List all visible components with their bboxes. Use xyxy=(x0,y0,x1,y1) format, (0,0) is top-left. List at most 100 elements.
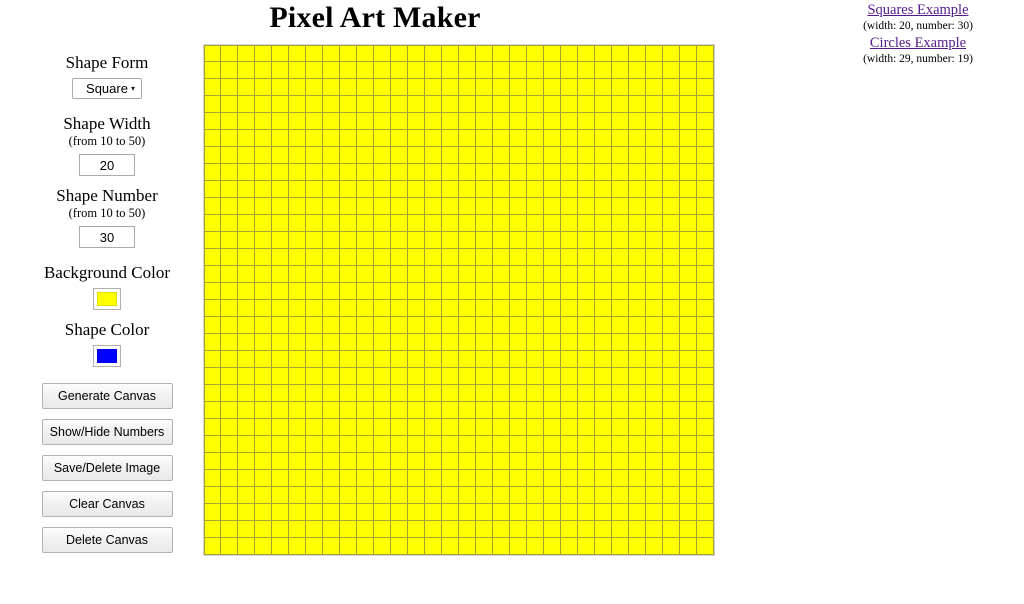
pixel-cell[interactable] xyxy=(255,215,272,232)
pixel-cell[interactable] xyxy=(238,436,255,453)
pixel-cell[interactable] xyxy=(323,283,340,300)
pixel-cell[interactable] xyxy=(697,368,714,385)
pixel-cell[interactable] xyxy=(238,45,255,62)
pixel-cell[interactable] xyxy=(510,130,527,147)
pixel-cell[interactable] xyxy=(289,521,306,538)
pixel-cell[interactable] xyxy=(612,283,629,300)
pixel-cell[interactable] xyxy=(680,45,697,62)
pixel-cell[interactable] xyxy=(442,300,459,317)
pixel-cell[interactable] xyxy=(527,232,544,249)
pixel-cell[interactable] xyxy=(204,266,221,283)
pixel-cell[interactable] xyxy=(578,249,595,266)
pixel-cell[interactable] xyxy=(204,147,221,164)
pixel-cell[interactable] xyxy=(221,96,238,113)
pixel-cell[interactable] xyxy=(527,402,544,419)
pixel-cell[interactable] xyxy=(612,96,629,113)
pixel-cell[interactable] xyxy=(255,300,272,317)
delete-canvas-button[interactable]: Delete Canvas xyxy=(41,527,173,553)
pixel-cell[interactable] xyxy=(578,147,595,164)
pixel-cell[interactable] xyxy=(340,453,357,470)
pixel-cell[interactable] xyxy=(238,164,255,181)
pixel-cell[interactable] xyxy=(697,521,714,538)
pixel-cell[interactable] xyxy=(697,334,714,351)
pixel-cell[interactable] xyxy=(595,96,612,113)
pixel-cell[interactable] xyxy=(663,300,680,317)
pixel-cell[interactable] xyxy=(340,368,357,385)
pixel-cell[interactable] xyxy=(680,113,697,130)
pixel-cell[interactable] xyxy=(595,147,612,164)
pixel-cell[interactable] xyxy=(459,351,476,368)
pixel-cell[interactable] xyxy=(578,436,595,453)
pixel-cell[interactable] xyxy=(476,385,493,402)
pixel-cell[interactable] xyxy=(391,130,408,147)
pixel-cell[interactable] xyxy=(578,317,595,334)
pixel-cell[interactable] xyxy=(544,266,561,283)
pixel-cell[interactable] xyxy=(306,538,323,555)
pixel-cell[interactable] xyxy=(629,164,646,181)
pixel-cell[interactable] xyxy=(459,164,476,181)
pixel-cell[interactable] xyxy=(544,317,561,334)
pixel-cell[interactable] xyxy=(459,385,476,402)
pixel-cell[interactable] xyxy=(357,300,374,317)
pixel-cell[interactable] xyxy=(697,249,714,266)
pixel-cell[interactable] xyxy=(544,232,561,249)
pixel-cell[interactable] xyxy=(459,487,476,504)
pixel-cell[interactable] xyxy=(544,283,561,300)
pixel-cell[interactable] xyxy=(561,487,578,504)
pixel-cell[interactable] xyxy=(629,62,646,79)
pixel-cell[interactable] xyxy=(544,181,561,198)
pixel-cell[interactable] xyxy=(629,198,646,215)
pixel-cell[interactable] xyxy=(561,504,578,521)
pixel-cell[interactable] xyxy=(221,470,238,487)
pixel-cell[interactable] xyxy=(306,504,323,521)
pixel-cell[interactable] xyxy=(221,453,238,470)
pixel-cell[interactable] xyxy=(425,113,442,130)
pixel-cell[interactable] xyxy=(357,351,374,368)
pixel-cell[interactable] xyxy=(255,266,272,283)
pixel-cell[interactable] xyxy=(374,385,391,402)
pixel-cell[interactable] xyxy=(425,130,442,147)
pixel-cell[interactable] xyxy=(527,164,544,181)
pixel-cell[interactable] xyxy=(493,164,510,181)
pixel-cell[interactable] xyxy=(595,317,612,334)
pixel-cell[interactable] xyxy=(459,79,476,96)
pixel-cell[interactable] xyxy=(374,232,391,249)
pixel-cell[interactable] xyxy=(646,283,663,300)
pixel-cell[interactable] xyxy=(561,130,578,147)
pixel-cell[interactable] xyxy=(544,351,561,368)
pixel-cell[interactable] xyxy=(510,334,527,351)
pixel-cell[interactable] xyxy=(272,232,289,249)
pixel-cell[interactable] xyxy=(663,130,680,147)
pixel-cell[interactable] xyxy=(221,487,238,504)
pixel-cell[interactable] xyxy=(612,317,629,334)
pixel-cell[interactable] xyxy=(629,334,646,351)
pixel-cell[interactable] xyxy=(697,453,714,470)
pixel-cell[interactable] xyxy=(680,385,697,402)
pixel-cell[interactable] xyxy=(680,334,697,351)
pixel-cell[interactable] xyxy=(612,45,629,62)
pixel-cell[interactable] xyxy=(459,317,476,334)
pixel-cell[interactable] xyxy=(663,249,680,266)
pixel-cell[interactable] xyxy=(391,368,408,385)
pixel-cell[interactable] xyxy=(510,453,527,470)
pixel-cell[interactable] xyxy=(646,130,663,147)
pixel-cell[interactable] xyxy=(442,45,459,62)
pixel-cell[interactable] xyxy=(629,453,646,470)
pixel-cell[interactable] xyxy=(391,317,408,334)
pixel-cell[interactable] xyxy=(476,215,493,232)
pixel-cell[interactable] xyxy=(595,300,612,317)
pixel-cell[interactable] xyxy=(408,164,425,181)
pixel-cell[interactable] xyxy=(272,147,289,164)
pixel-cell[interactable] xyxy=(408,62,425,79)
pixel-cell[interactable] xyxy=(680,164,697,181)
pixel-cell[interactable] xyxy=(510,198,527,215)
pixel-cell[interactable] xyxy=(306,198,323,215)
pixel-cell[interactable] xyxy=(646,368,663,385)
pixel-cell[interactable] xyxy=(476,283,493,300)
pixel-cell[interactable] xyxy=(527,487,544,504)
pixel-cell[interactable] xyxy=(425,45,442,62)
pixel-cell[interactable] xyxy=(493,504,510,521)
pixel-cell[interactable] xyxy=(561,334,578,351)
pixel-cell[interactable] xyxy=(629,79,646,96)
pixel-cell[interactable] xyxy=(527,215,544,232)
